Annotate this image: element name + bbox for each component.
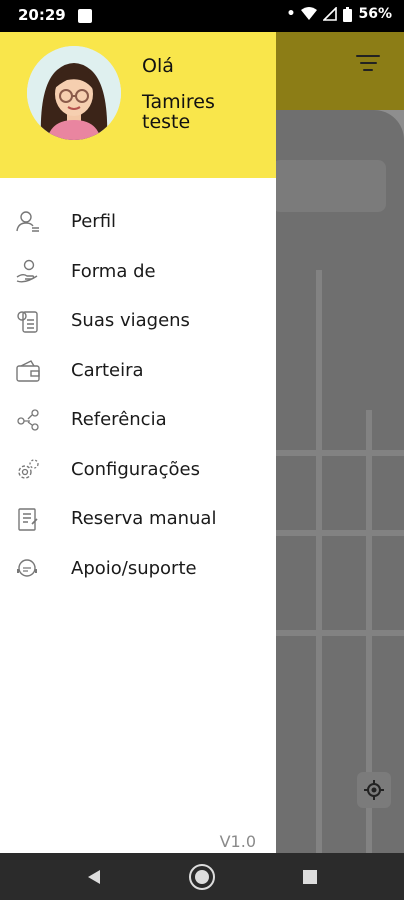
menu-item-label: Perfil [71,211,117,232]
menu-item-manual-booking[interactable]: Reserva manual [0,494,276,544]
map-search-box[interactable] [276,160,386,212]
battery-level: 56% [358,6,392,22]
menu-item-label: Configurações [71,458,200,480]
recents-square-icon [303,869,317,884]
map-area [276,110,404,853]
menu-item-referral[interactable]: Referência [0,395,276,445]
manual-booking-icon [18,508,38,531]
dot-icon: • [286,6,296,22]
map-view [276,32,404,853]
map-road [276,530,404,536]
settings-gear-icon [18,458,39,479]
filter-icon[interactable] [356,55,380,73]
menu-item-payment[interactable]: Forma de [0,247,276,297]
avatar[interactable] [27,46,121,140]
locate-button[interactable] [357,772,391,808]
referral-icon [17,409,39,431]
drawer-menu: Perfil Forma de Suas viagens Carteira Re… [0,197,276,593]
notification-icon [78,9,92,23]
app-version: V1.0 [219,832,256,851]
back-button[interactable] [76,853,112,900]
drawer-header: Olá Tamires teste [0,32,276,178]
trips-icon [17,311,38,333]
menu-item-settings[interactable]: Configurações [0,445,276,495]
user-name: Tamires teste [142,91,215,133]
menu-item-label: Carteira [71,359,144,381]
menu-item-label: Apoio/suporte [71,557,197,579]
back-triangle-icon [88,869,100,884]
home-button[interactable] [184,853,220,900]
menu-item-label: Referência [71,409,167,430]
signal-icon [323,7,338,21]
menu-item-trips[interactable]: Suas viagens [0,296,276,346]
home-circle-icon [189,863,215,890]
menu-item-support[interactable]: Apoio/suporte [0,544,276,594]
payment-hand-icon [16,259,38,283]
menu-item-perfil[interactable]: Perfil [0,197,276,247]
support-chat-icon [17,558,37,577]
wallet-icon [16,359,40,382]
wifi-icon [301,7,318,20]
map-road [276,450,404,456]
map-header [276,32,404,110]
status-icons: • 56% [287,6,392,22]
avatar-illustration [27,46,121,140]
navigation-drawer: Olá Tamires teste Perfil Forma de Suas v… [0,32,276,853]
status-bar: 20:29 • 56% [0,0,404,32]
recents-button[interactable] [292,853,328,900]
profile-icon [16,211,39,232]
system-nav-bar [0,853,404,900]
status-time: 20:29 [18,6,66,24]
greeting-label: Olá [142,55,174,77]
menu-item-label: Suas viagens [71,310,190,331]
menu-item-label: Forma de [71,260,156,282]
map-road [276,630,404,636]
crosshair-icon [364,780,384,800]
battery-icon [343,6,353,22]
menu-item-label: Reserva manual [71,508,217,529]
menu-item-wallet[interactable]: Carteira [0,346,276,396]
map-road [316,270,322,853]
